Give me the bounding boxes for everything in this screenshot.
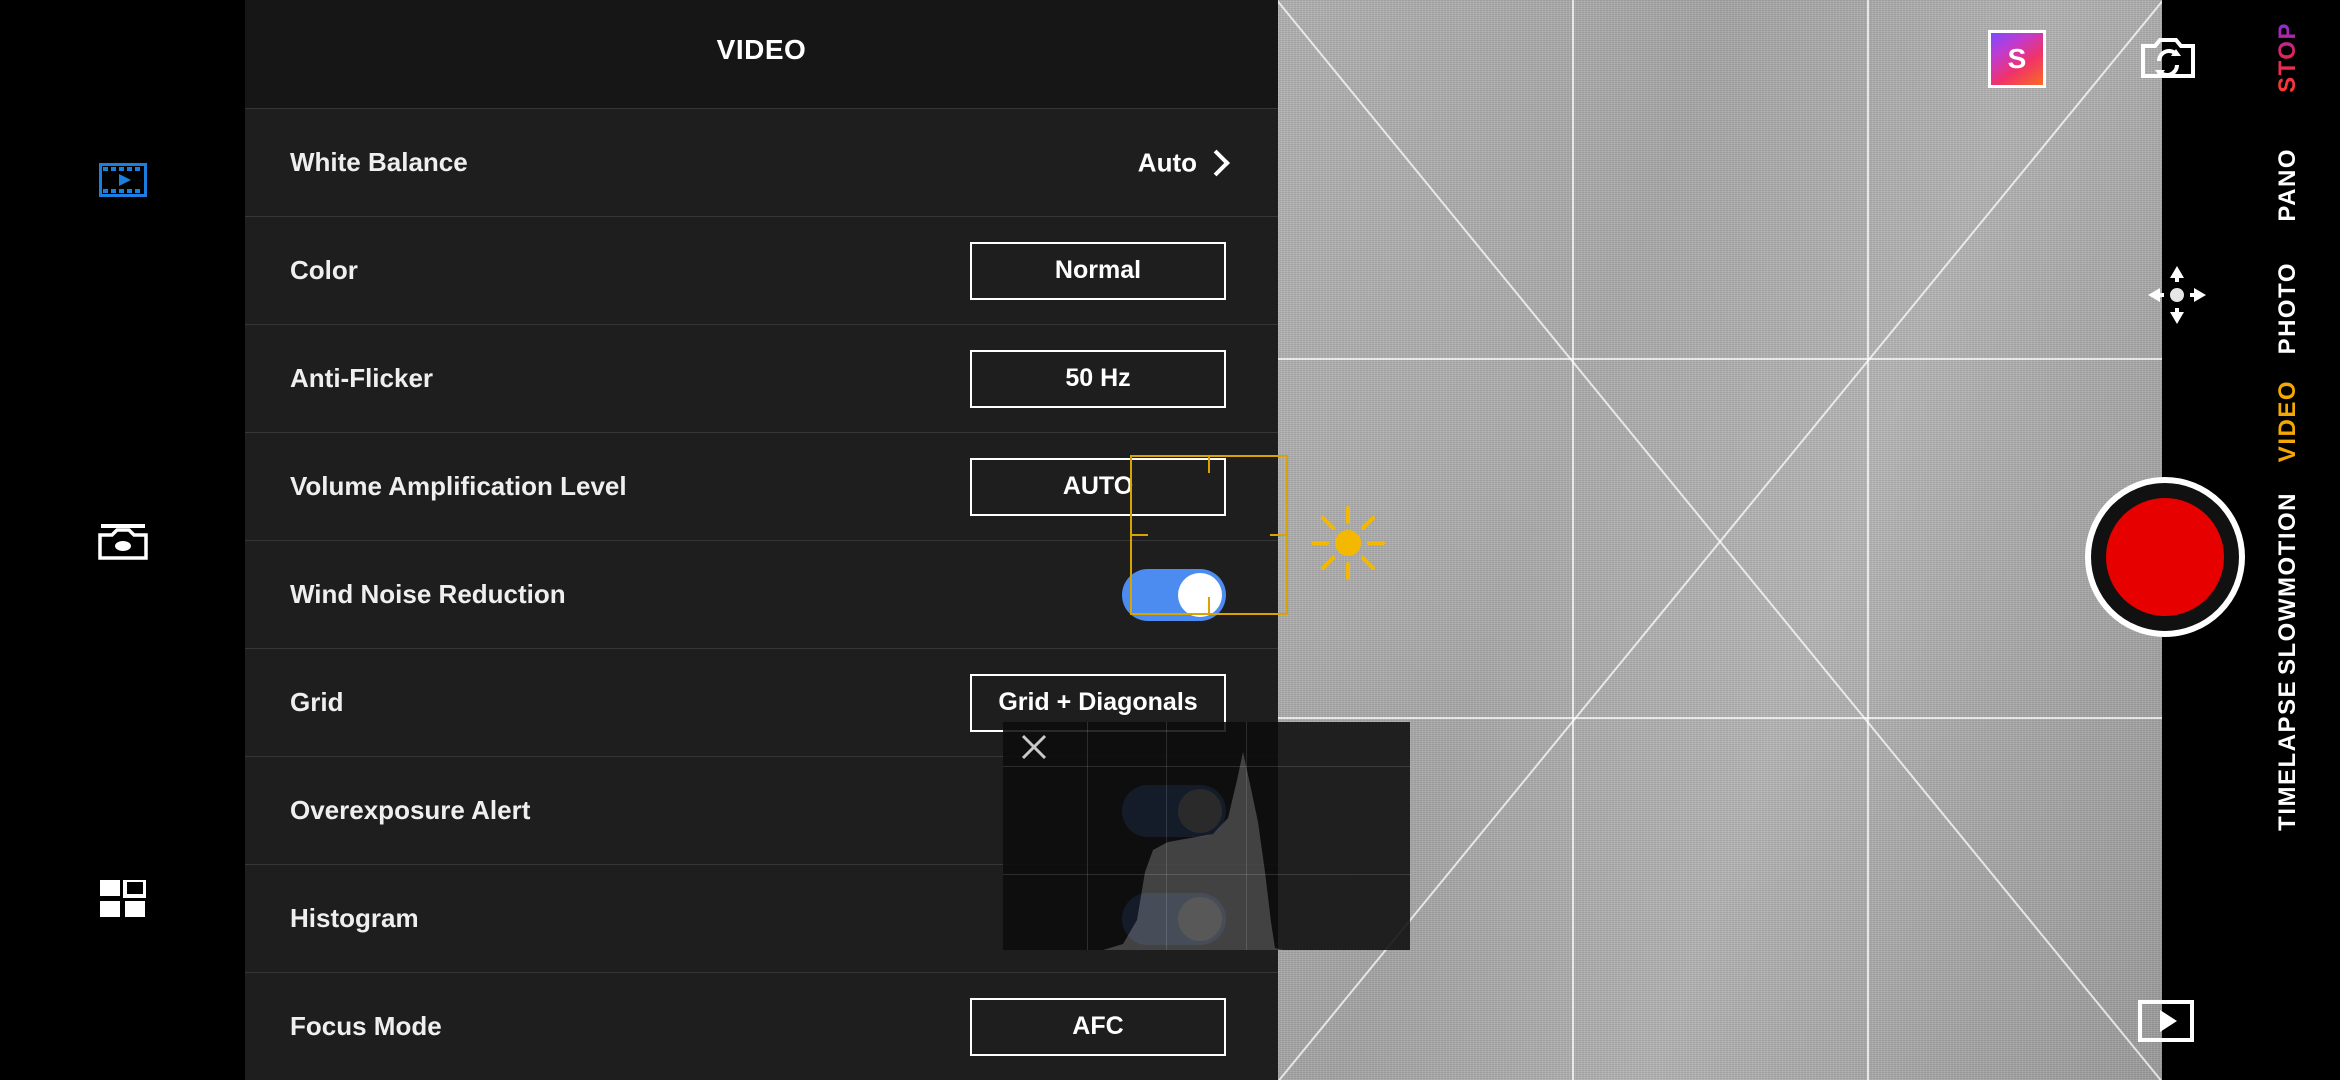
settings-row-label: Histogram <box>290 903 419 933</box>
close-icon[interactable] <box>1021 734 1047 760</box>
settings-row[interactable]: Anti-Flicker 50 Hz <box>245 324 1278 432</box>
grid-line-h2 <box>1278 717 2162 719</box>
mode-item-slowmotion[interactable]: SLOWMOTION <box>2274 492 2326 675</box>
camera-app-screen: VIDEO White Balance Auto Color Normal Anti-F… <box>0 0 2340 1080</box>
settings-row-label: Overexposure Alert <box>290 795 531 825</box>
flip-camera-icon[interactable] <box>2140 32 2196 80</box>
settings-row-label: Wind Noise Reduction <box>290 579 566 609</box>
settings-row-label: Color <box>290 255 358 285</box>
settings-row[interactable]: Color Normal <box>245 216 1278 324</box>
mode-selector-rail: STOP PANO PHOTO VIDEO SLOWMOTION TIMELAPSE <box>2262 0 2340 1080</box>
settings-row-label: White Balance <box>290 147 468 177</box>
settings-row[interactable]: Volume Amplification Level AUTO <box>245 432 1278 540</box>
focus-rectangle[interactable] <box>1130 455 1288 615</box>
settings-row-control[interactable]: Normal <box>970 241 1226 300</box>
focus-tick-bottom <box>1208 597 1210 613</box>
value-button[interactable]: Normal <box>970 241 1226 300</box>
settings-row[interactable]: White Balance Auto <box>245 108 1278 216</box>
record-dot <box>2106 498 2224 616</box>
focus-tick-left <box>1132 534 1148 536</box>
mode-item-stop[interactable]: STOP <box>2274 22 2326 93</box>
exposure-sun-icon[interactable] <box>1305 500 1391 586</box>
settings-row-control[interactable]: 50 Hz <box>970 349 1226 408</box>
settings-row-label: Anti-Flicker <box>290 363 434 393</box>
mode-item-video[interactable]: VIDEO <box>2274 380 2326 462</box>
chevron-right-icon <box>1203 149 1230 176</box>
mode-item-pano[interactable]: PANO <box>2274 148 2326 222</box>
grid-line-h1 <box>1278 358 2162 360</box>
value-button[interactable]: AFC <box>970 997 1226 1056</box>
value-link[interactable]: Auto <box>1137 147 1230 178</box>
viewfinder[interactable] <box>1278 0 2162 1080</box>
mode-item-timelapse[interactable]: TIMELAPSE <box>2274 680 2326 831</box>
settings-row-control[interactable]: AFC <box>970 997 1226 1056</box>
gallery-button[interactable] <box>2138 1000 2194 1042</box>
page-title: VIDEO <box>716 34 807 65</box>
settings-row[interactable]: Wind Noise Reduction <box>245 540 1278 648</box>
watermark-badge[interactable]: S <box>1988 30 2046 88</box>
settings-row-control[interactable]: Auto <box>1137 147 1230 178</box>
settings-row-label: Focus Mode <box>290 1011 442 1041</box>
value-button[interactable]: 50 Hz <box>970 349 1226 408</box>
settings-row[interactable]: Focus Mode AFC <box>245 972 1278 1080</box>
focus-tick-top <box>1208 457 1210 473</box>
settings-row-label: Grid <box>290 687 344 717</box>
panel-header: VIDEO <box>245 0 1278 108</box>
value-text: Auto <box>1137 147 1197 177</box>
video-mode-icon[interactable] <box>0 150 245 210</box>
play-triangle-icon <box>2159 1010 2177 1032</box>
camera-mode-icon[interactable] <box>0 512 245 572</box>
record-button[interactable] <box>2085 477 2245 637</box>
histogram-curve <box>1003 752 1283 950</box>
grid-line-v2 <box>1867 0 1869 1080</box>
histogram-overlay[interactable] <box>1003 722 1410 950</box>
settings-row-label: Volume Amplification Level <box>290 471 627 501</box>
apps-grid-icon[interactable] <box>0 870 245 930</box>
collapse-center-icon[interactable] <box>2144 262 2210 328</box>
grid-line-v1 <box>1572 0 1574 1080</box>
focus-tick-right <box>1270 534 1286 536</box>
mode-item-photo[interactable]: PHOTO <box>2274 262 2326 354</box>
